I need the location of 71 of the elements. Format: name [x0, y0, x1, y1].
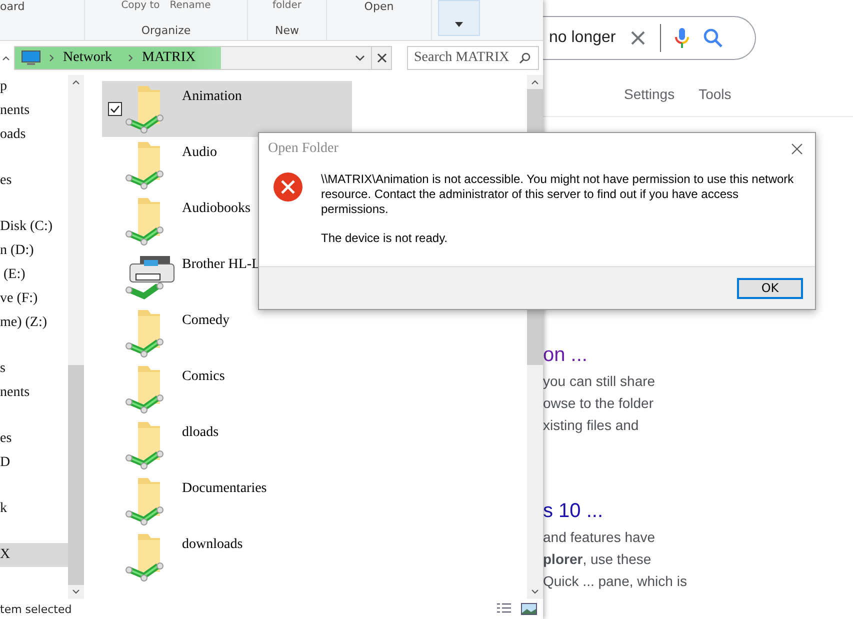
- microphone-icon[interactable]: [674, 27, 689, 49]
- error-icon: [273, 172, 303, 202]
- nav-item[interactable]: es: [0, 427, 68, 451]
- search-icon[interactable]: [702, 28, 723, 48]
- ribbon-button[interactable]: folder: [272, 0, 302, 11]
- close-icon[interactable]: [791, 143, 803, 155]
- nav-item[interactable]: s: [0, 357, 68, 381]
- file-item[interactable]: Comedy: [102, 305, 352, 361]
- details-view-icon[interactable]: [496, 603, 512, 615]
- ribbon-button[interactable]: Copy to: [121, 0, 160, 11]
- dialog-title: Open Folder: [268, 141, 338, 157]
- nav-item[interactable]: nents: [0, 99, 68, 123]
- result-snippet-line: xisting files and: [543, 416, 640, 435]
- address-bar[interactable]: Network MATRIX: [14, 46, 372, 70]
- result-snippet-line: plorer, use these: [543, 550, 652, 569]
- breadcrumb[interactable]: Network: [63, 50, 112, 66]
- result-title-link[interactable]: on ...: [543, 342, 853, 368]
- nav-item[interactable]: k: [0, 497, 68, 521]
- search-icon: [519, 52, 531, 64]
- result-snippet-line: Quick ... pane, which is: [543, 572, 688, 591]
- file-item[interactable]: downloads: [102, 529, 352, 585]
- tools-link[interactable]: Settings: [624, 86, 675, 102]
- computer-icon: [21, 50, 41, 66]
- error-message: \\MATRIX\Animation is not accessible. You might not have permission to use this network resource. Contact the administrator of this server to find out if you have access permissions.: [321, 172, 795, 217]
- result-title-link[interactable]: s 10 ...: [543, 498, 853, 524]
- nav-item[interactable]: D: [0, 451, 68, 475]
- nav-item[interactable]: Disk (C:): [0, 215, 68, 239]
- ok-button[interactable]: OK: [737, 278, 803, 298]
- file-item[interactable]: dloads: [102, 417, 352, 473]
- clear-icon[interactable]: [630, 30, 646, 46]
- caret-icon: [455, 22, 463, 27]
- file-item[interactable]: Brother HL-L: [102, 249, 352, 305]
- scroll-down-icon: [531, 589, 539, 595]
- ribbon-group-label: oard: [0, 0, 25, 13]
- nav-item[interactable]: me) (Z:): [0, 311, 68, 335]
- result-snippet-line: and features have: [543, 528, 656, 547]
- nav-item[interactable]: es: [0, 169, 68, 193]
- scroll-down-icon: [72, 589, 80, 595]
- search-query: no longer: [549, 29, 616, 47]
- file-item[interactable]: Comics: [102, 361, 352, 417]
- ribbon-button[interactable]: Rename: [170, 0, 211, 11]
- ribbon-group-label: New: [275, 24, 299, 37]
- image-view-icon[interactable]: [521, 603, 537, 615]
- chevron-down-icon[interactable]: [355, 55, 365, 61]
- chevron-icon: [49, 54, 55, 62]
- nav-item[interactable]: oads: [0, 123, 68, 147]
- nav-item[interactable]: ve (F:): [0, 287, 68, 311]
- close-button[interactable]: [372, 46, 392, 70]
- breadcrumb[interactable]: MATRIX: [142, 50, 196, 66]
- status-text: tem selected: [0, 602, 72, 616]
- ribbon-group-label: Organize: [141, 24, 191, 37]
- error-detail: The device is not ready.: [321, 231, 449, 246]
- tools-link[interactable]: Tools: [698, 86, 732, 102]
- file-item[interactable]: Documentaries: [102, 473, 352, 529]
- close-icon: [376, 53, 386, 63]
- nav-item[interactable]: n (D:): [0, 239, 68, 263]
- search-box[interactable]: no longer: [543, 16, 756, 60]
- scroll-up-icon: [72, 79, 80, 85]
- checkbox[interactable]: [108, 102, 122, 116]
- scrollbar[interactable]: [68, 75, 84, 599]
- nav-item[interactable]: X: [0, 543, 68, 567]
- ribbon-group-label: Open: [364, 0, 394, 13]
- nav-item[interactable]: (E:): [0, 263, 68, 287]
- search-field[interactable]: Search MATRIX: [407, 46, 539, 70]
- nav-item[interactable]: p: [0, 75, 68, 99]
- result-snippet-line: you can still share: [543, 372, 656, 391]
- result-snippet-line: owse to the folder: [543, 394, 655, 413]
- scroll-up-icon: [531, 79, 539, 85]
- chevron-icon: [128, 54, 134, 62]
- nav-item[interactable]: nents: [0, 381, 68, 405]
- file-item[interactable]: Animation: [102, 81, 352, 137]
